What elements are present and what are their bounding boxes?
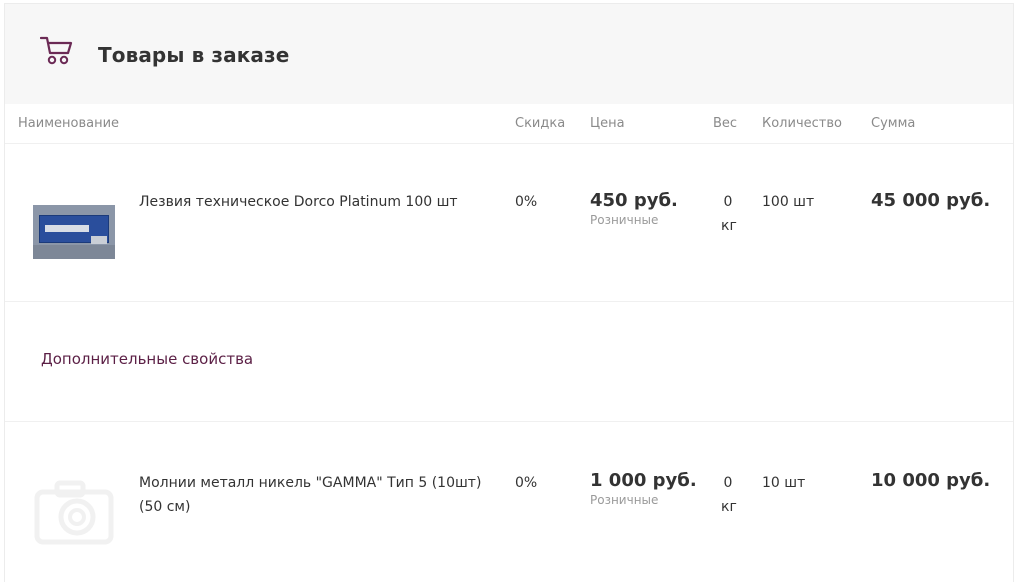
order-items-header: Товары в заказе [5,4,1013,104]
weight-unit: кг [721,218,737,234]
product-name-link[interactable]: Лезвия техническое Dorco Platinum 100 шт [139,190,489,214]
column-header-weight: Вес [713,116,738,131]
table-header: Наименование Скидка Цена Вес Количество … [5,104,1013,144]
additional-properties-label: Дополнительные свойства [41,350,254,368]
column-header-discount: Скидка [515,116,566,131]
cart-icon [40,36,73,65]
order-items-panel: Товары в заказе Наименование Скидка Цена… [4,3,1014,582]
product-weight: 0 кг [721,471,737,519]
table-row: Молнии металл никель "GAMMA" Тип 5 (10шт… [5,422,1013,582]
page-title: Товары в заказе [98,43,290,67]
product-sum: 45 000 руб. [871,190,991,211]
price-type-label: Розничные [590,493,659,507]
price-type-label: Розничные [590,213,659,227]
product-sum: 10 000 руб. [871,470,991,491]
camera-placeholder-icon [34,480,114,545]
product-price: 1 000 руб. [590,470,697,491]
column-header-name: Наименование [18,116,120,131]
additional-properties-row: Дополнительные свойства [5,302,1013,422]
product-weight: 0 кг [721,190,737,238]
table-row: Лезвия техническое Dorco Platinum 100 шт… [5,145,1013,302]
product-discount: 0% [515,194,538,210]
product-quantity: 100 шт [762,194,815,210]
weight-value: 0 [723,194,733,210]
column-header-sum: Сумма [871,116,916,131]
product-quantity: 10 шт [762,475,806,491]
product-price: 450 руб. [590,190,678,211]
column-header-price: Цена [590,116,625,131]
weight-value: 0 [723,475,733,491]
weight-unit: кг [721,499,737,515]
product-discount: 0% [515,475,538,491]
column-header-quantity: Количество [762,116,842,131]
product-name-link[interactable]: Молнии металл никель "GAMMA" Тип 5 (10шт… [139,471,489,519]
product-image[interactable] [33,205,115,259]
